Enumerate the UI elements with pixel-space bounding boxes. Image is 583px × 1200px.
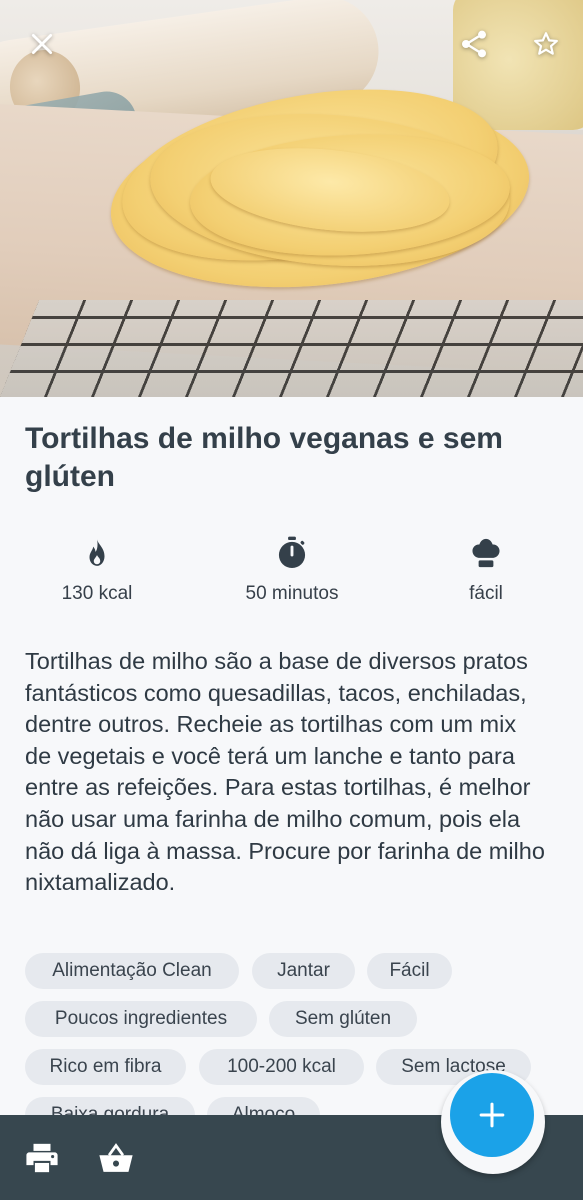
chef-hat-icon [472, 538, 500, 568]
difficulty-value: fácil [469, 583, 503, 604]
calories-value: 130 kcal [61, 583, 133, 604]
add-button[interactable] [450, 1073, 534, 1157]
print-button[interactable] [22, 1138, 62, 1178]
tag-chip[interactable]: Jantar [252, 953, 355, 989]
stat-time: 50 minutos [212, 536, 372, 605]
star-icon [534, 32, 558, 55]
shopping-basket-button[interactable] [96, 1138, 136, 1178]
basket-icon [99, 1143, 133, 1172]
share-button[interactable] [452, 22, 496, 66]
close-icon [31, 33, 53, 55]
printer-icon [26, 1143, 58, 1173]
stopwatch-icon [278, 536, 306, 569]
tag-chip[interactable]: Poucos ingredientes [25, 1001, 257, 1037]
stat-calories: 130 kcal [17, 536, 177, 605]
tag-chip[interactable]: 100-200 kcal [199, 1049, 364, 1085]
tag-chip[interactable]: Alimentação Clean [25, 953, 239, 989]
close-button[interactable] [20, 22, 64, 66]
tag-chip[interactable]: Fácil [367, 953, 452, 989]
favorite-button[interactable] [524, 22, 568, 66]
recipe-title: Tortilhas de milho veganas e sem glúten [25, 422, 503, 493]
plus-icon [479, 1102, 505, 1128]
time-value: 50 minutos [245, 583, 339, 604]
tag-chip[interactable]: Rico em fibra [25, 1049, 186, 1085]
share-icon [462, 30, 486, 58]
flame-icon [89, 539, 105, 566]
recipe-description: Tortilhas de milho são a base de diverso… [25, 648, 545, 896]
tag-chip[interactable]: Sem glúten [269, 1001, 417, 1037]
stat-difficulty: fácil [406, 536, 566, 605]
